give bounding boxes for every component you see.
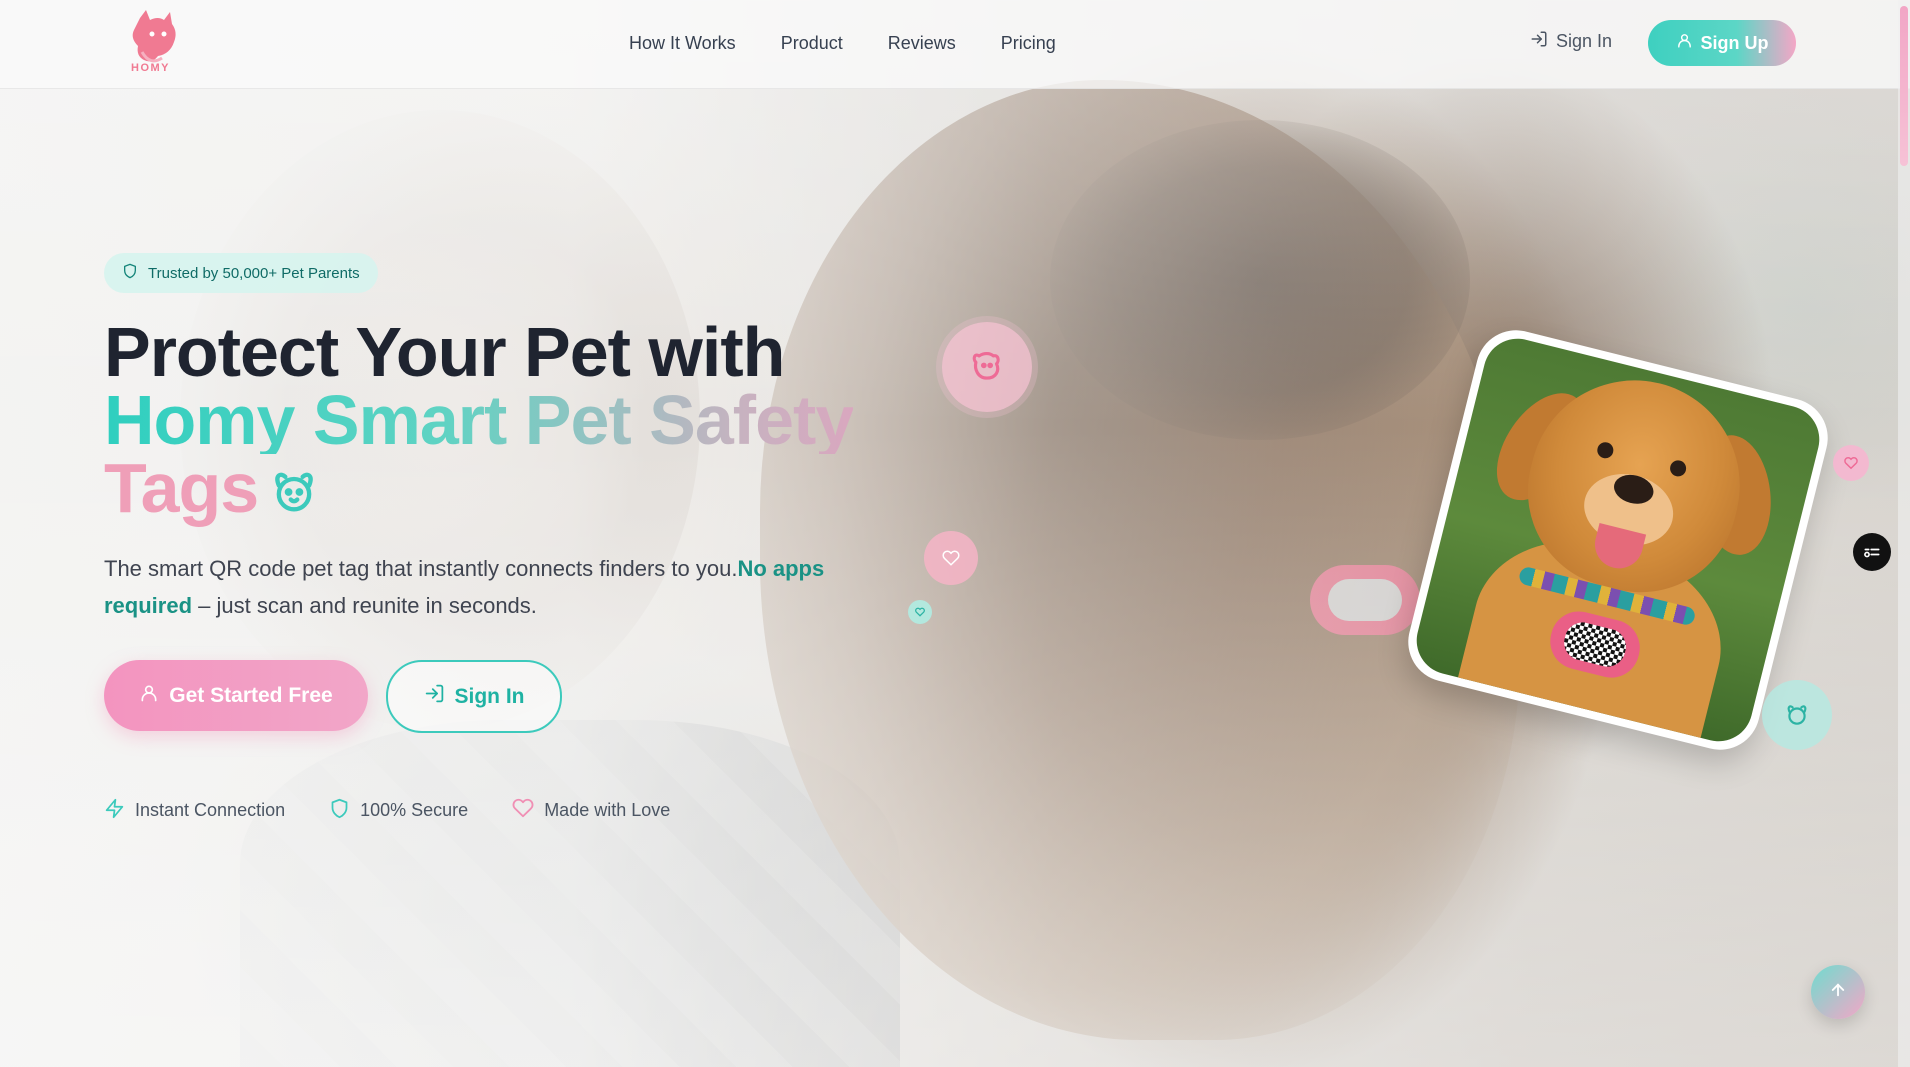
arrow-up-icon — [1829, 981, 1847, 1004]
dog-face-icon — [268, 460, 320, 528]
feature-label: Instant Connection — [135, 800, 286, 820]
zap-icon — [104, 798, 125, 824]
hero-sign-in-button[interactable]: Sign In — [386, 660, 562, 733]
hero-title-line3: Tags — [104, 449, 259, 527]
log-in-icon — [1530, 30, 1548, 53]
golden-retriever-photo — [1409, 331, 1827, 749]
hero-title: Protect Your Pet with Homy Smart Pet Saf… — [104, 313, 854, 528]
floating-heart-icon-right — [1833, 445, 1869, 481]
nav-reviews[interactable]: Reviews — [888, 33, 956, 54]
header-sign-in-label: Sign In — [1556, 31, 1613, 51]
main-nav: How It Works Product Reviews Pricing — [629, 0, 1056, 86]
hero-subtitle: The smart QR code pet tag that instantly… — [104, 550, 904, 624]
scroll-to-top-button[interactable] — [1811, 965, 1865, 1019]
shield-icon — [122, 263, 138, 283]
header-sign-in-link[interactable]: Sign In — [1530, 30, 1612, 53]
header-sign-up-label: Sign Up — [1700, 32, 1769, 53]
nav-how-it-works[interactable]: How It Works — [629, 33, 736, 54]
log-in-icon — [424, 683, 445, 710]
hero-title-line2: Homy Smart Pet Safety — [104, 381, 854, 459]
nav-product[interactable]: Product — [781, 33, 843, 54]
get-started-button[interactable]: Get Started Free — [104, 660, 368, 731]
heart-icon — [512, 797, 534, 824]
get-started-label: Get Started Free — [169, 683, 333, 707]
header-sign-up-button[interactable]: Sign Up — [1648, 20, 1796, 66]
shield-icon — [329, 798, 350, 824]
floating-heart-icon — [924, 531, 978, 585]
floating-dog-icon — [942, 322, 1032, 412]
feature-highlights: Instant Connection 100% Secure Made with… — [104, 797, 670, 824]
feature-label: 100% Secure — [360, 800, 469, 820]
feature-instant-connection: Instant Connection — [104, 797, 285, 824]
user-icon — [1676, 32, 1693, 54]
floating-small-heart-icon — [908, 600, 932, 624]
hero-sign-in-label: Sign In — [454, 684, 525, 708]
settings-widget-icon[interactable] — [1853, 533, 1891, 571]
logo-wordmark: HOMY — [131, 62, 170, 74]
hero-subtitle-start: The smart QR code pet tag that instantly… — [104, 556, 738, 581]
hero-title-line1: Protect Your Pet with — [104, 313, 785, 391]
nav-pricing[interactable]: Pricing — [1001, 33, 1056, 54]
feature-made-with-love: Made with Love — [512, 797, 670, 824]
user-icon — [139, 683, 159, 709]
site-header: HOMY How It Works Product Reviews Pricin… — [0, 0, 1910, 89]
floating-dog-face-icon — [1762, 680, 1832, 750]
feature-label: Made with Love — [544, 800, 671, 820]
scrollbar-thumb[interactable] — [1900, 6, 1908, 166]
hero-subtitle-end: – just scan and reunite in seconds. — [192, 593, 537, 618]
feature-secure: 100% Secure — [329, 797, 468, 824]
trust-badge-label: Trusted by 50,000+ Pet Parents — [148, 264, 360, 282]
trust-badge: Trusted by 50,000+ Pet Parents — [104, 253, 378, 293]
